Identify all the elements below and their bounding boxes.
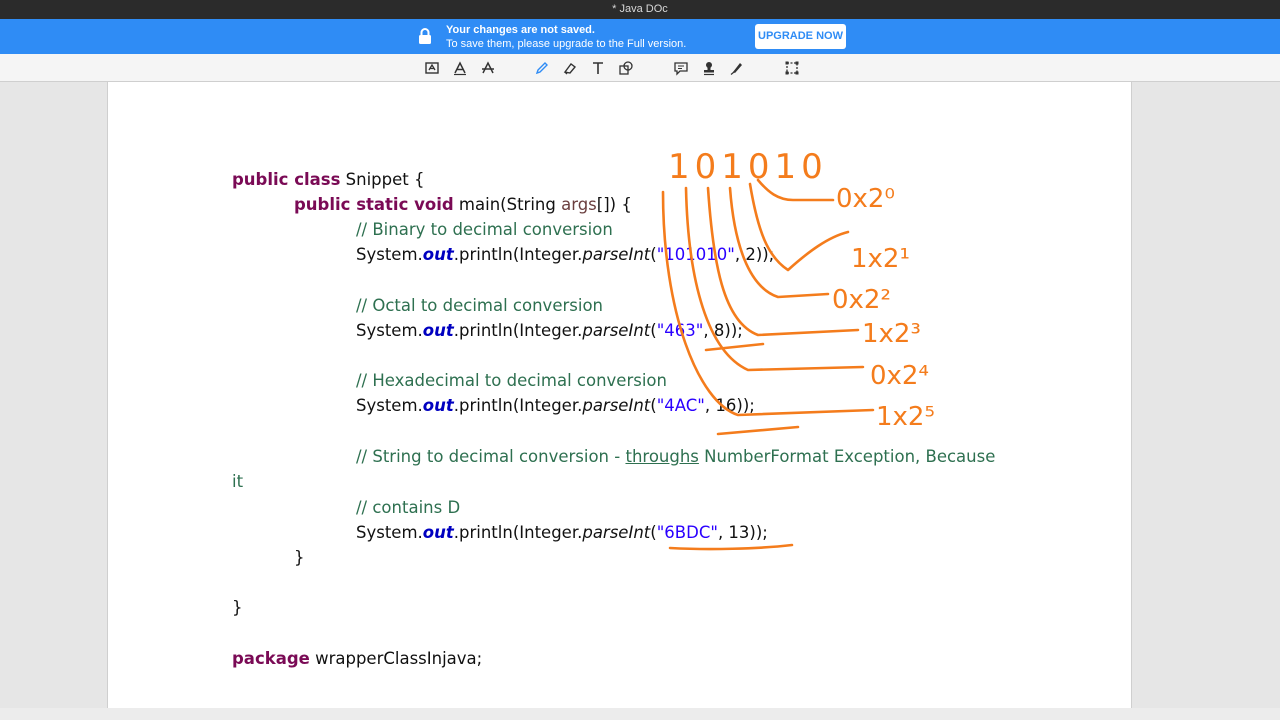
keyword: public static void	[294, 195, 454, 214]
arrow-bit-4	[684, 186, 865, 372]
code-close-main: }	[294, 548, 305, 567]
code-line-package: package wrapperClassInjava;	[232, 649, 482, 669]
comment-icon[interactable]	[672, 59, 690, 77]
code-text: Snippet {	[340, 170, 425, 189]
arrow-bit-5	[661, 190, 875, 417]
term-0-annotation: 0x2⁰	[836, 184, 895, 214]
strikethrough-text-icon[interactable]	[479, 59, 497, 77]
banner-message: Your changes are not saved. To save them…	[446, 23, 686, 51]
code-text: main(String	[453, 195, 562, 214]
code-text: System.	[356, 321, 423, 340]
code-comment-binary: // Binary to decimal conversion	[356, 220, 613, 239]
underline-6bdc	[668, 543, 794, 551]
code-var: args	[561, 195, 597, 214]
code-comment-text: NumberFormat Exception, Because	[698, 447, 996, 466]
code-line-main: public static void main(String args[]) {	[294, 195, 632, 215]
code-string: "4AC"	[656, 396, 705, 415]
code-method: parseInt	[582, 396, 651, 415]
term-4-annotation: 0x2⁴	[870, 361, 929, 391]
underline-463	[704, 342, 765, 352]
keyword: package	[232, 649, 310, 668]
stamp-icon[interactable]	[700, 59, 718, 77]
code-method: parseInt	[582, 523, 651, 542]
code-field: out	[422, 245, 454, 264]
arrow-bit-0	[756, 178, 835, 202]
upgrade-now-button[interactable]: UPGRADE NOW	[755, 24, 846, 49]
code-text: .println(Integer.	[453, 396, 583, 415]
signature-pen-icon[interactable]	[728, 59, 746, 77]
binary-digits-annotation: 101010	[668, 147, 828, 187]
code-field: out	[422, 321, 454, 340]
code-field: out	[422, 396, 454, 415]
code-text: .println(Integer.	[453, 523, 583, 542]
code-string: "6BDC"	[656, 523, 718, 542]
arrow-bit-2	[728, 186, 830, 299]
banner-line-2: To save them, please upgrade to the Full…	[446, 38, 687, 50]
term-1-annotation: 1x2¹	[851, 244, 910, 274]
term-5-annotation: 1x2⁵	[876, 402, 935, 432]
banner-line-1: Your changes are not saved.	[446, 24, 595, 36]
code-field: out	[422, 523, 454, 542]
code-text: wrapperClassInjava;	[309, 649, 483, 668]
code-line-println-hex: System.out.println(Integer.parseInt("4AC…	[356, 396, 755, 416]
crop-icon[interactable]	[783, 59, 801, 77]
text-edit-icon[interactable]	[423, 59, 441, 77]
code-text: System.	[356, 245, 423, 264]
annotation-toolbar	[0, 54, 1280, 82]
code-comment-hex: // Hexadecimal to decimal conversion	[356, 371, 667, 390]
code-comment-contains-d: // contains D	[356, 498, 461, 517]
code-string: "101010"	[656, 245, 735, 264]
code-text: System.	[356, 396, 423, 415]
code-method: parseInt	[582, 245, 651, 264]
lock-icon	[418, 28, 432, 44]
code-line-class: public class Snippet {	[232, 170, 425, 190]
code-comment-wrap: it	[232, 472, 244, 491]
keyword: public class	[232, 170, 341, 189]
code-text: .println(Integer.	[453, 245, 583, 264]
shapes-icon[interactable]	[617, 59, 635, 77]
add-text-icon[interactable]	[589, 59, 607, 77]
bottom-strip	[0, 708, 1280, 720]
code-line-println-octal: System.out.println(Integer.parseInt("463…	[356, 321, 743, 341]
code-method: parseInt	[582, 321, 651, 340]
code-comment-string: // String to decimal conversion - throug…	[356, 447, 995, 467]
code-line-println-binary: System.out.println(Integer.parseInt("101…	[356, 245, 774, 265]
code-text: .println(Integer.	[453, 321, 583, 340]
code-text: , 2));	[734, 245, 775, 264]
code-comment-underlined: throughs	[625, 447, 699, 466]
code-text: System.	[356, 523, 423, 542]
code-text: , 16));	[704, 396, 755, 415]
pencil-icon[interactable]	[533, 59, 551, 77]
unsaved-changes-banner: Your changes are not saved. To save them…	[0, 19, 1280, 54]
code-line-println-string: System.out.println(Integer.parseInt("6BD…	[356, 523, 768, 543]
code-comment-octal: // Octal to decimal conversion	[356, 296, 603, 315]
underline-101010	[716, 425, 800, 436]
text-icon[interactable]	[451, 59, 469, 77]
window-title: * Java DOc	[0, 0, 1280, 19]
code-string: "463"	[656, 321, 704, 340]
code-close-class: }	[232, 598, 243, 617]
eraser-icon[interactable]	[561, 59, 579, 77]
term-2-annotation: 0x2²	[832, 285, 891, 315]
document-page[interactable]: public class Snippet { public static voi…	[107, 82, 1132, 708]
code-text: , 8));	[703, 321, 743, 340]
code-comment-text: // String to decimal conversion -	[356, 447, 626, 466]
term-3-annotation: 1x2³	[862, 319, 921, 349]
code-text: []) {	[596, 195, 632, 214]
code-text: , 13));	[717, 523, 768, 542]
